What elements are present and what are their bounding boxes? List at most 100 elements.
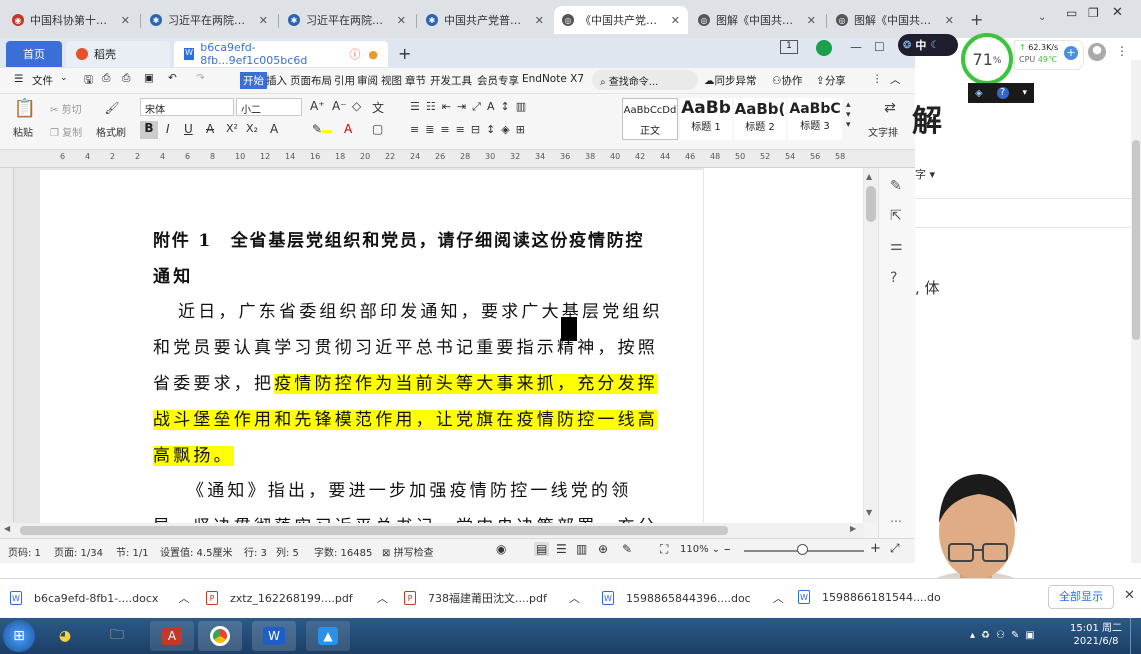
video-app-icon[interactable]: ▲ — [306, 621, 350, 651]
browser-tab[interactable]: ◉ 中国科协第十次全 ✕ — [4, 6, 138, 34]
align-buttons-row[interactable]: ≡≣≡≡⊟↕◈⊞ — [410, 123, 531, 136]
menu-member-tab[interactable]: 会员专享 — [477, 73, 519, 88]
status-page[interactable]: 页码: 1 — [8, 544, 41, 559]
clear-format-icon[interactable]: ◇ — [352, 99, 361, 113]
download-item[interactable]: P 738福建莆田沈文....pdf ︿ — [404, 590, 580, 606]
print-icon[interactable]: ⎙ — [122, 72, 130, 85]
zoom-slider-thumb[interactable] — [797, 544, 808, 555]
horizontal-scrollbar[interactable]: ◀ ▶ — [0, 523, 864, 538]
wps-home-tab[interactable]: 首页 — [6, 41, 62, 67]
undo-icon[interactable]: ↶ — [168, 72, 177, 84]
menu-references-tab[interactable]: 引用 — [334, 73, 355, 88]
explorer-icon[interactable]: 🗀 — [95, 621, 139, 651]
list-buttons-row[interactable]: ☰☷⇤⇥⤢A↕▥ — [410, 100, 532, 114]
close-icon[interactable]: ✕ — [671, 14, 680, 27]
menu-view-tab[interactable]: 视图 — [381, 73, 402, 88]
browser-tab[interactable]: ◎ 图解《中国共产党 ✕ — [690, 6, 824, 34]
hamburger-icon[interactable]: ☰ — [14, 73, 23, 85]
wps-docer-tab[interactable]: 稻壳 — [66, 41, 170, 67]
pen-icon[interactable]: ✎ — [890, 178, 902, 194]
close-icon[interactable]: ✕ — [807, 14, 816, 27]
wps-writer-icon[interactable]: W — [252, 621, 296, 651]
close-icon[interactable]: ✕ — [121, 14, 130, 27]
hscroll-thumb[interactable] — [20, 526, 728, 535]
phonetic-icon[interactable]: 文 — [372, 99, 384, 116]
subscript-button[interactable]: X₂ — [246, 122, 258, 135]
cut-button[interactable]: ✂ 剪切 — [50, 101, 82, 116]
close-icon[interactable]: ✕ — [535, 14, 544, 27]
paste-button[interactable]: 粘贴 — [13, 124, 33, 139]
zoom-in-button[interactable]: + — [870, 541, 881, 556]
superscript-button[interactable]: X² — [226, 122, 238, 135]
more-icon[interactable]: ⋮ — [872, 73, 883, 85]
system-tray-icons[interactable]: ▴♻⚇✎▣ — [970, 630, 1041, 641]
command-search-box[interactable]: ⌕ 查找命令... — [592, 70, 698, 90]
menu-chapter-tab[interactable]: 章节 — [405, 73, 426, 88]
close-downloads-icon[interactable]: ✕ — [1124, 588, 1135, 603]
browser-menu-icon[interactable]: ⋮ — [1116, 44, 1128, 58]
wps-document-tab[interactable]: W b6ca9efd-8fb...9ef1c005bc6d ⓘ ● — [174, 41, 388, 67]
acrobat-icon[interactable]: A — [150, 621, 194, 651]
menu-insert-tab[interactable]: 插入 — [266, 73, 287, 88]
strikethrough-button[interactable]: A — [206, 122, 214, 136]
help-icon[interactable]: ? — [890, 270, 897, 286]
download-item[interactable]: P zxtz_162268199....pdf ︿ — [206, 590, 388, 606]
scroll-thumb[interactable] — [866, 186, 876, 222]
minimize-icon[interactable]: ▭ — [1066, 6, 1077, 20]
wps-add-tab-button[interactable]: + — [398, 44, 411, 63]
new-tab-button[interactable]: + — [970, 10, 983, 29]
style-heading1[interactable]: AaBb 标题 1 — [680, 98, 732, 140]
copy-button[interactable]: ❐ 复制 — [50, 124, 82, 139]
redo-icon[interactable]: ↷ — [196, 72, 205, 84]
close-icon[interactable]: ✕ — [259, 14, 268, 27]
menu-review-tab[interactable]: 审阅 — [357, 73, 378, 88]
wps-maximize-icon[interactable]: ☐ — [874, 40, 885, 54]
web-view-icon[interactable]: ⊕ — [598, 542, 608, 556]
scroll-right-icon[interactable]: ▶ — [850, 524, 856, 533]
status-words[interactable]: 字数: 16485 — [314, 544, 372, 559]
browser-tab-active[interactable]: ◎ 《中国共产党普通 ✕ — [554, 6, 688, 34]
window-layout-icon[interactable]: 1 — [780, 40, 798, 54]
vertical-ruler[interactable] — [0, 168, 14, 523]
font-name-select[interactable]: 宋体 — [140, 98, 234, 116]
restore-icon[interactable]: ❐ — [1088, 6, 1099, 20]
zoom-out-button[interactable]: – — [724, 542, 731, 557]
start-button[interactable]: ⊞ — [3, 620, 35, 652]
tab-search-icon[interactable]: ⌄ — [1038, 12, 1046, 23]
export-pdf-icon[interactable]: ⎙ — [102, 72, 110, 85]
scroll-left-icon[interactable]: ◀ — [4, 524, 10, 533]
outline-view-icon[interactable]: ☰ — [556, 542, 567, 556]
status-setting[interactable]: 设置值: 4.5厘米 — [160, 544, 232, 559]
sync-status-button[interactable]: ☁同步异常 — [704, 73, 757, 88]
browser-tab[interactable]: ✱ 习近平在两院院士 ✕ — [142, 6, 276, 34]
menu-layout-tab[interactable]: 页面布局 — [290, 73, 332, 88]
horizontal-ruler[interactable]: 6 4 2 2 4 6 8 10 12 14 16 18 20 22 24 26 28 30 32 34 36 38 40 4… — [0, 150, 915, 168]
font-grow-icon[interactable]: A⁺ — [310, 99, 325, 113]
menu-devtools-tab[interactable]: 开发工具 — [430, 73, 472, 88]
browser-scrollbar[interactable] — [1131, 60, 1141, 563]
vertical-scrollbar[interactable]: ▲ ▼ — [864, 168, 878, 523]
collaborate-button[interactable]: ⚇协作 — [772, 73, 802, 88]
menu-endnote-tab[interactable]: EndNote X7 — [522, 73, 584, 85]
chevron-down-icon[interactable]: ⌄ — [60, 73, 68, 83]
menu-file[interactable]: 文件 — [32, 73, 53, 88]
menu-start-tab[interactable]: 开始 — [240, 72, 267, 89]
paste-icon[interactable]: 📋 — [14, 98, 36, 119]
show-all-downloads-button[interactable]: 全部显示 — [1048, 585, 1114, 609]
font-color-icon[interactable]: A — [344, 122, 352, 136]
write-view-icon[interactable]: ✎ — [622, 542, 632, 556]
zoom-level[interactable]: 110% ⌄ — [680, 544, 720, 555]
print-preview-icon[interactable]: ▣ — [144, 72, 154, 84]
show-desktop-button[interactable] — [1130, 618, 1141, 654]
text-effect-icon[interactable]: A — [270, 122, 278, 136]
chevron-up-icon[interactable]: ︿ — [773, 590, 784, 606]
ime-mini-bar[interactable]: ◈ ? ▾ — [968, 83, 1034, 103]
browser-scroll-thumb[interactable] — [1132, 140, 1140, 340]
font-size-select[interactable]: 小二 — [236, 98, 302, 116]
speedup-plus-icon[interactable]: + — [1064, 46, 1078, 60]
browser-tab[interactable]: ◎ 图解《中国共产党 ✕ — [828, 6, 962, 34]
reading-view-icon[interactable]: ▥ — [576, 542, 587, 556]
chevron-up-icon[interactable]: ︿ — [569, 590, 580, 606]
format-painter-button[interactable]: 格式刷 — [96, 124, 126, 139]
browser-tab[interactable]: ✱ 习近平在两院院士 ✕ — [280, 6, 414, 34]
